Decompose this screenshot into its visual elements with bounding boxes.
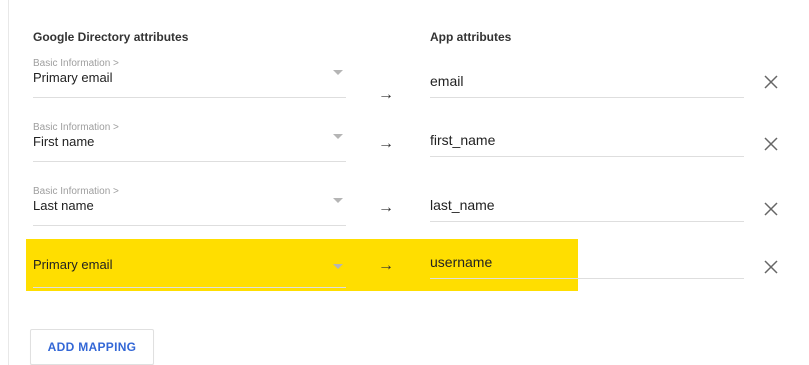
attribute-mapping-panel: Google Directory attributes App attribut… bbox=[0, 0, 809, 365]
directory-attribute-select[interactable]: Basic Information > First name bbox=[33, 118, 346, 162]
attribute-selected-value: Primary email bbox=[33, 257, 113, 272]
app-attribute-value: email bbox=[430, 73, 464, 89]
mapping-row: Basic Information > Primary email → emai… bbox=[0, 54, 809, 103]
add-mapping-button[interactable]: ADD MAPPING bbox=[30, 329, 154, 365]
remove-mapping-close-icon[interactable] bbox=[763, 201, 779, 217]
dropdown-caret-icon bbox=[333, 70, 343, 75]
dropdown-caret-icon bbox=[333, 264, 343, 269]
app-attribute-input[interactable]: email bbox=[430, 68, 744, 98]
app-attribute-input[interactable]: last_name bbox=[430, 192, 744, 222]
google-directory-attributes-header: Google Directory attributes bbox=[33, 30, 189, 44]
directory-attribute-select[interactable]: Primary email bbox=[33, 244, 346, 288]
mapping-row: Basic Information > Last name → last_nam… bbox=[0, 182, 809, 230]
mapping-row: Basic Information > First name → first_n… bbox=[0, 118, 809, 166]
app-attribute-value: first_name bbox=[430, 132, 496, 148]
remove-mapping-close-icon[interactable] bbox=[763, 136, 779, 152]
attribute-selected-value: Last name bbox=[33, 198, 94, 213]
input-underline bbox=[430, 156, 744, 157]
dropdown-caret-icon bbox=[333, 134, 343, 139]
app-attribute-value: username bbox=[430, 254, 493, 270]
select-underline bbox=[33, 287, 346, 288]
dropdown-caret-icon bbox=[333, 198, 343, 203]
directory-attribute-select[interactable]: Basic Information > Primary email bbox=[33, 54, 346, 98]
mapping-arrow-icon: → bbox=[378, 257, 394, 274]
input-underline bbox=[430, 278, 744, 279]
directory-attribute-select[interactable]: Basic Information > Last name bbox=[33, 182, 346, 226]
select-underline bbox=[33, 97, 346, 98]
mapping-arrow-icon: → bbox=[378, 86, 394, 103]
app-attribute-input[interactable]: username bbox=[430, 249, 744, 279]
remove-mapping-close-icon[interactable] bbox=[763, 74, 779, 90]
app-attribute-value: last_name bbox=[430, 197, 495, 213]
mapping-arrow-icon: → bbox=[378, 199, 394, 216]
attribute-category-label: Basic Information > bbox=[33, 186, 119, 197]
input-underline bbox=[430, 221, 744, 222]
mapping-row-highlighted: Primary email → username bbox=[0, 244, 809, 292]
attribute-category-label: Basic Information > bbox=[33, 58, 119, 69]
input-underline bbox=[430, 97, 744, 98]
remove-mapping-close-icon[interactable] bbox=[763, 259, 779, 275]
attribute-selected-value: Primary email bbox=[33, 70, 113, 85]
app-attribute-input[interactable]: first_name bbox=[430, 127, 744, 157]
select-underline bbox=[33, 225, 346, 226]
attribute-selected-value: First name bbox=[33, 134, 95, 149]
mapping-arrow-icon: → bbox=[378, 135, 394, 152]
attribute-category-label: Basic Information > bbox=[33, 122, 119, 133]
select-underline bbox=[33, 161, 346, 162]
app-attributes-header: App attributes bbox=[430, 30, 512, 44]
